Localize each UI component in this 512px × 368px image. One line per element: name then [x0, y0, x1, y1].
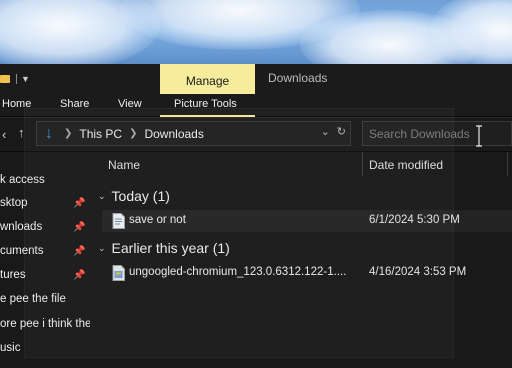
sidebar-item-quick-access[interactable]: k access: [0, 169, 90, 191]
chevron-down-icon[interactable]: ⌄: [98, 243, 106, 254]
sidebar-item-label: usic: [0, 342, 21, 354]
address-bar[interactable]: ↓ ❯ This PC ❯ Downloads ⌄ ↻: [36, 121, 351, 146]
refresh-icon[interactable]: ↻: [337, 125, 346, 138]
sidebar-item-label: k access: [0, 174, 45, 186]
quick-access-toolbar: ▼: [0, 64, 30, 94]
sidebar-item-label: e pee the file: [0, 293, 66, 305]
chevron-down-icon[interactable]: ⌄: [98, 191, 106, 202]
breadcrumb-this-pc[interactable]: This PC: [79, 127, 122, 141]
sidebar-item-music[interactable]: usic: [0, 337, 90, 359]
installer-file-icon: [112, 265, 125, 281]
title-bar: [0, 64, 512, 94]
pin-icon: 📌: [73, 245, 86, 257]
breadcrumb-chevron-icon[interactable]: ❯: [64, 128, 72, 139]
group-title: Today (1): [111, 188, 170, 204]
folder-icon[interactable]: [0, 75, 10, 83]
text-cursor-icon: [476, 125, 482, 147]
file-row[interactable]: ungoogled-chromium_123.0.6312.122-1.... …: [102, 262, 512, 284]
sidebar-item-documents[interactable]: cuments 📌: [0, 240, 90, 262]
column-header-name[interactable]: Name: [108, 158, 140, 172]
tab-view[interactable]: View: [118, 98, 142, 110]
group-title: Earlier this year (1): [111, 240, 230, 256]
sidebar-item-downloads[interactable]: wnloads 📌: [0, 216, 90, 238]
search-box[interactable]: [362, 121, 512, 146]
pin-icon: 📌: [73, 269, 86, 281]
group-header-today[interactable]: ⌄ Today (1): [98, 188, 170, 204]
file-row[interactable]: save or not 6/1/2024 5:30 PM: [102, 210, 512, 232]
desktop-wallpaper: [0, 0, 512, 64]
tab-picture-tools[interactable]: Picture Tools: [174, 98, 237, 110]
search-input[interactable]: [369, 126, 477, 141]
sidebar-item-folder-2[interactable]: ore pee i think the: [0, 313, 90, 335]
column-header-date-modified[interactable]: Date modified: [369, 158, 443, 172]
customize-toolbar-icon[interactable]: ▼: [21, 74, 30, 84]
pin-icon: 📌: [73, 221, 86, 233]
sidebar-item-label: ore pee i think the: [0, 318, 90, 330]
file-date-modified: 6/1/2024 5:30 PM: [369, 214, 460, 226]
ribbon-tabs: Home Share View Picture Tools: [0, 94, 512, 116]
breadcrumb-chevron-icon[interactable]: ❯: [129, 128, 137, 139]
column-divider[interactable]: [507, 152, 508, 176]
file-date-modified: 4/16/2024 3:53 PM: [369, 266, 467, 278]
group-header-earlier-this-year[interactable]: ⌄ Earlier this year (1): [98, 240, 230, 256]
toolbar-separator: [16, 74, 17, 84]
recent-locations-icon[interactable]: ‹: [2, 127, 6, 142]
file-list: Name Date modified ⌄ Today (1) save or n…: [90, 152, 512, 368]
downloads-arrow-icon: ↓: [45, 124, 53, 142]
file-name: ungoogled-chromium_123.0.6312.122-1....: [129, 266, 347, 278]
navigation-pane: k access sktop 📌 wnloads 📌 cuments 📌 tur…: [0, 152, 90, 368]
column-divider[interactable]: [362, 152, 363, 176]
up-arrow-icon[interactable]: ↑: [18, 125, 25, 140]
tab-share[interactable]: Share: [60, 98, 89, 110]
text-file-icon: [112, 213, 125, 229]
address-dropdown-icon[interactable]: ⌄: [321, 125, 330, 138]
window-title: Downloads: [268, 71, 328, 85]
pin-icon: 📌: [73, 197, 86, 209]
sidebar-item-desktop[interactable]: sktop 📌: [0, 192, 90, 214]
manage-contextual-tab[interactable]: Manage: [160, 64, 255, 94]
file-name: save or not: [129, 214, 186, 226]
sidebar-item-folder-1[interactable]: e pee the file: [0, 288, 90, 310]
breadcrumb-downloads[interactable]: Downloads: [144, 127, 203, 141]
sidebar-item-pictures[interactable]: tures 📌: [0, 264, 90, 286]
manage-tab-label: Manage: [185, 74, 230, 88]
tab-home[interactable]: Home: [2, 98, 31, 110]
